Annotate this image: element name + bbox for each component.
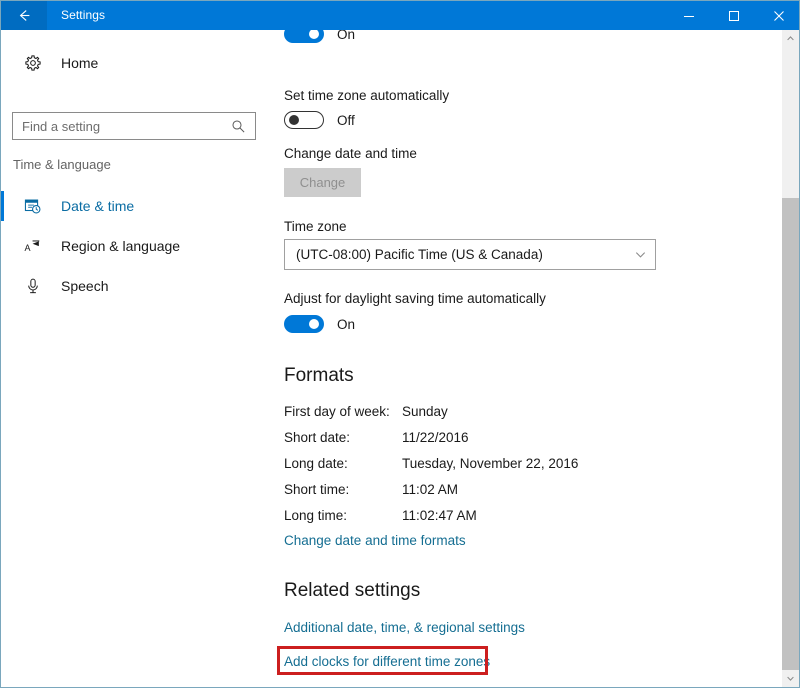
format-value: 11:02 AM [402, 482, 458, 497]
dst-state: On [337, 317, 355, 332]
sidebar: Home Time & language [1, 30, 267, 687]
chevron-down-icon [625, 248, 655, 261]
format-value: 11/22/2016 [402, 430, 469, 445]
language-icon: A [13, 237, 53, 255]
scrollbar-thumb[interactable] [782, 198, 799, 676]
back-arrow-icon [16, 7, 33, 24]
scroll-down-button[interactable] [782, 670, 799, 687]
search-box[interactable] [12, 112, 256, 140]
window-body: Home Time & language [1, 30, 799, 687]
change-datetime-formats-link[interactable]: Change date and time formats [284, 533, 466, 548]
back-button[interactable] [1, 1, 47, 30]
formats-heading: Formats [284, 365, 354, 387]
timezone-label: Time zone [284, 219, 347, 234]
microphone-icon [13, 277, 53, 295]
search-input[interactable] [13, 112, 225, 140]
toggle-knob [289, 115, 299, 125]
settings-window: Settings [0, 0, 800, 688]
search-icon[interactable] [225, 119, 251, 134]
sidebar-item-label: Date & time [53, 198, 134, 214]
window-controls [666, 1, 800, 30]
set-time-automatically-row: On [284, 30, 355, 43]
related-settings-heading: Related settings [284, 580, 420, 602]
gear-icon [13, 54, 53, 72]
format-value: Sunday [402, 404, 448, 419]
scroll-up-button[interactable] [782, 30, 799, 47]
sidebar-item-date-time[interactable]: Date & time [1, 188, 267, 224]
selection-indicator [1, 191, 4, 221]
change-button[interactable]: Change [284, 168, 361, 197]
scroll-up-arrow-icon [786, 34, 795, 43]
format-key: Long time: [284, 508, 402, 523]
sidebar-home-label: Home [53, 55, 98, 71]
close-button[interactable] [756, 1, 800, 30]
add-clocks-link[interactable]: Add clocks for different time zones [284, 654, 490, 669]
timezone-value: (UTC-08:00) Pacific Time (US & Canada) [285, 247, 625, 262]
timezone-dropdown[interactable]: (UTC-08:00) Pacific Time (US & Canada) [284, 239, 656, 270]
set-timezone-automatically-row: Off [284, 111, 355, 129]
minimize-icon [683, 10, 695, 22]
maximize-icon [728, 10, 740, 22]
format-row-long-date: Long date: Tuesday, November 22, 2016 [284, 456, 578, 471]
content-panel: On Set time zone automatically Off Chang… [267, 30, 773, 687]
toggle-knob [309, 30, 319, 39]
set-timezone-automatically-toggle[interactable] [284, 111, 324, 129]
change-datetime-label: Change date and time [284, 146, 417, 161]
format-key: Long date: [284, 456, 402, 471]
format-value: Tuesday, November 22, 2016 [402, 456, 578, 471]
scroll-down-arrow-icon [786, 674, 795, 683]
dst-row: On [284, 315, 355, 333]
sidebar-item-label: Region & language [53, 238, 180, 254]
sidebar-item-home[interactable]: Home [1, 44, 267, 82]
set-timezone-automatically-label: Set time zone automatically [284, 88, 449, 103]
toggle-knob [309, 319, 319, 329]
dst-label: Adjust for daylight saving time automati… [284, 291, 546, 306]
sidebar-item-label: Speech [53, 278, 108, 294]
additional-regional-settings-link[interactable]: Additional date, time, & regional settin… [284, 620, 525, 635]
svg-text:A: A [24, 243, 30, 253]
window-title: Settings [47, 1, 105, 30]
format-row-short-time: Short time: 11:02 AM [284, 482, 458, 497]
format-key: Short time: [284, 482, 402, 497]
maximize-button[interactable] [711, 1, 756, 30]
set-time-automatically-toggle[interactable] [284, 30, 324, 43]
format-row-short-date: Short date: 11/22/2016 [284, 430, 469, 445]
calendar-clock-icon [13, 197, 53, 215]
content-scrollbar[interactable] [782, 30, 799, 687]
format-row-long-time: Long time: 11:02:47 AM [284, 508, 477, 523]
dst-toggle[interactable] [284, 315, 324, 333]
sidebar-item-region-language[interactable]: A Region & language [1, 228, 267, 264]
set-timezone-automatically-state: Off [337, 113, 355, 128]
close-icon [773, 10, 785, 22]
sidebar-item-speech[interactable]: Speech [1, 268, 267, 304]
title-bar: Settings [1, 1, 800, 30]
sidebar-group-title: Time & language [13, 157, 111, 172]
format-row-first-day: First day of week: Sunday [284, 404, 448, 419]
format-key: Short date: [284, 430, 402, 445]
format-value: 11:02:47 AM [402, 508, 477, 523]
minimize-button[interactable] [666, 1, 711, 30]
set-time-automatically-state: On [337, 30, 355, 42]
format-key: First day of week: [284, 404, 402, 419]
